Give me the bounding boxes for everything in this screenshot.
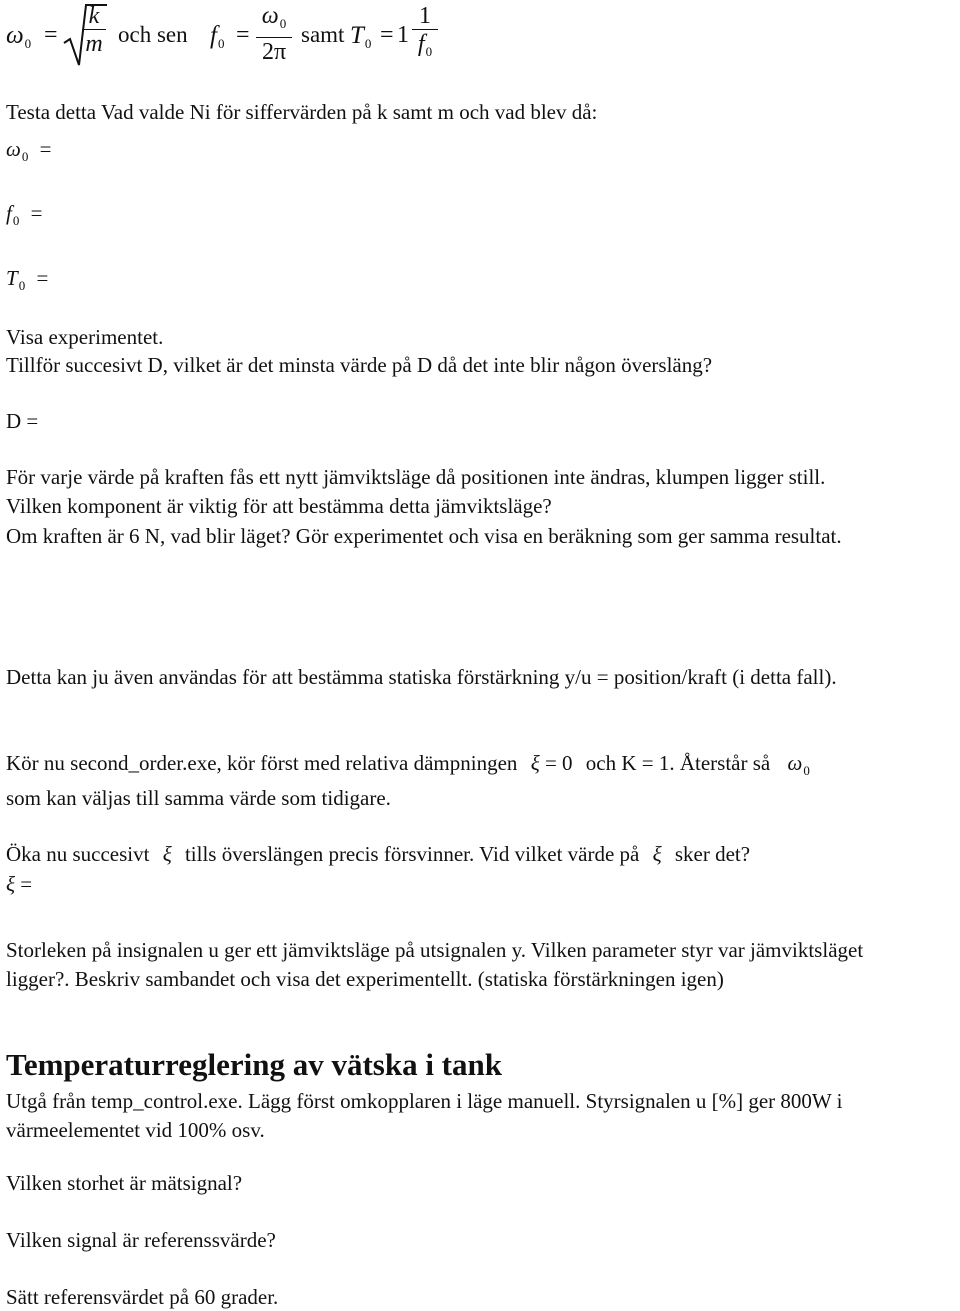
oka-text: Öka nu succesivt	[6, 842, 150, 866]
omega0-symbol: ω0	[787, 751, 810, 778]
xi-symbol: ξ	[6, 872, 15, 896]
oka-end-text: sker det?	[674, 842, 751, 866]
denominator-2pi: 2π	[261, 39, 287, 65]
fraction-1-over-f0: 1 f0	[412, 3, 438, 66]
visa-experimentet-text: Visa experimentet.	[6, 325, 164, 349]
d-equals-text: D =	[6, 409, 39, 433]
oka-line: Öka nu succesivt ξ tills överslängen pre…	[6, 842, 750, 867]
subscript-zero: 0	[425, 44, 433, 59]
f-letter: f	[210, 22, 217, 49]
omega0-symbol: ω0	[6, 22, 31, 52]
denominator-m: m	[85, 31, 103, 57]
xi-answer: ξ =	[6, 872, 32, 897]
referens-question: Vilken signal är referenssvärde?	[6, 1228, 276, 1252]
matsignal-question: Vilken storhet är mätsignal?	[6, 1171, 243, 1195]
detta-kan-text: Detta kan ju även användas för att bestä…	[6, 665, 837, 689]
omega-letter: ω	[787, 751, 803, 775]
aterstar-text: och K = 1. Återstår så	[585, 751, 771, 775]
subscript-zero: 0	[279, 16, 287, 31]
numerator-one: 1	[419, 3, 431, 29]
T-letter: T	[6, 266, 18, 290]
subscript-zero: 0	[21, 149, 29, 164]
f0-symbol: f0	[210, 22, 224, 52]
oka-middle-text: tills överslängen precis försvinner. Vid…	[184, 842, 640, 866]
fraction-k-over-m: k m	[82, 3, 106, 58]
subscript-zero: 0	[18, 278, 26, 293]
storleken-text: Storleken på insignalen u ger ett jämvik…	[6, 938, 864, 991]
samt-text: samt	[301, 22, 345, 47]
utga-text: Utgå från temp_control.exe. Lägg först o…	[6, 1089, 843, 1142]
formula-line: ω0 = k m och sen f0 = ω0 2π samt T0 = 1 …	[6, 0, 526, 75]
xi-symbol: ξ	[530, 751, 540, 775]
och-sen-text: och sen	[118, 22, 188, 47]
one-digit: 1	[397, 22, 409, 48]
om-kraften-question: Om kraften är 6 N, vad blir läget? Gör e…	[6, 524, 842, 548]
answer-omega0: ω0 =	[6, 137, 57, 165]
satt-referens-text: Sätt referensvärdet på 60 grader.	[6, 1285, 279, 1309]
omega-letter: ω	[6, 22, 24, 49]
subscript-zero: 0	[217, 36, 225, 51]
equals-sign: =	[44, 22, 58, 48]
kor-nu-continuation: som kan väljas till samma värde som tidi…	[6, 786, 391, 810]
vilken-komponent-question: Vilken komponent är viktig för att bestä…	[6, 494, 552, 518]
equals-sign: =	[236, 22, 250, 48]
equals-sign: =	[30, 201, 43, 225]
section-heading: Temperaturreglering av vätska i tank	[6, 1047, 502, 1082]
answer-T0: T0 =	[6, 266, 54, 294]
tillfor-question: Tillför succesivt D, vilket är det minst…	[6, 353, 713, 377]
xi-zero-value: = 0	[544, 751, 573, 775]
f-letter: f	[6, 201, 12, 225]
subscript-zero: 0	[803, 763, 810, 778]
fraction-omega-over-2pi: ω0 2π	[256, 3, 292, 66]
equals-sign: =	[20, 872, 33, 896]
equals-sign: =	[36, 266, 49, 290]
equals-sign: =	[380, 22, 394, 48]
xi-symbol: ξ	[162, 842, 172, 866]
for-varje-text: För varje värde på kraften fås ett nytt …	[6, 465, 826, 489]
f-letter: f	[417, 31, 425, 57]
kor-nu-line: Kör nu second_order.exe, kör först med r…	[6, 751, 810, 779]
T-letter: T	[350, 22, 364, 49]
kor-nu-text: Kör nu second_order.exe, kör först med r…	[6, 751, 518, 775]
subscript-zero: 0	[24, 36, 32, 51]
omega-letter: ω	[6, 137, 21, 161]
subscript-zero: 0	[12, 213, 20, 228]
answer-f0: f0 =	[6, 201, 48, 229]
xi-symbol: ξ	[652, 842, 662, 866]
T0-symbol: T0	[350, 22, 371, 52]
numerator-omega0: ω0	[256, 3, 292, 37]
subscript-zero: 0	[364, 36, 372, 51]
intro-text: Testa detta Vad valde Ni för siffervärde…	[6, 100, 598, 124]
equals-sign: =	[39, 137, 52, 161]
denominator-f0: f0	[412, 30, 438, 66]
omega-letter: ω	[261, 3, 279, 29]
numerator-k: k	[88, 3, 100, 29]
